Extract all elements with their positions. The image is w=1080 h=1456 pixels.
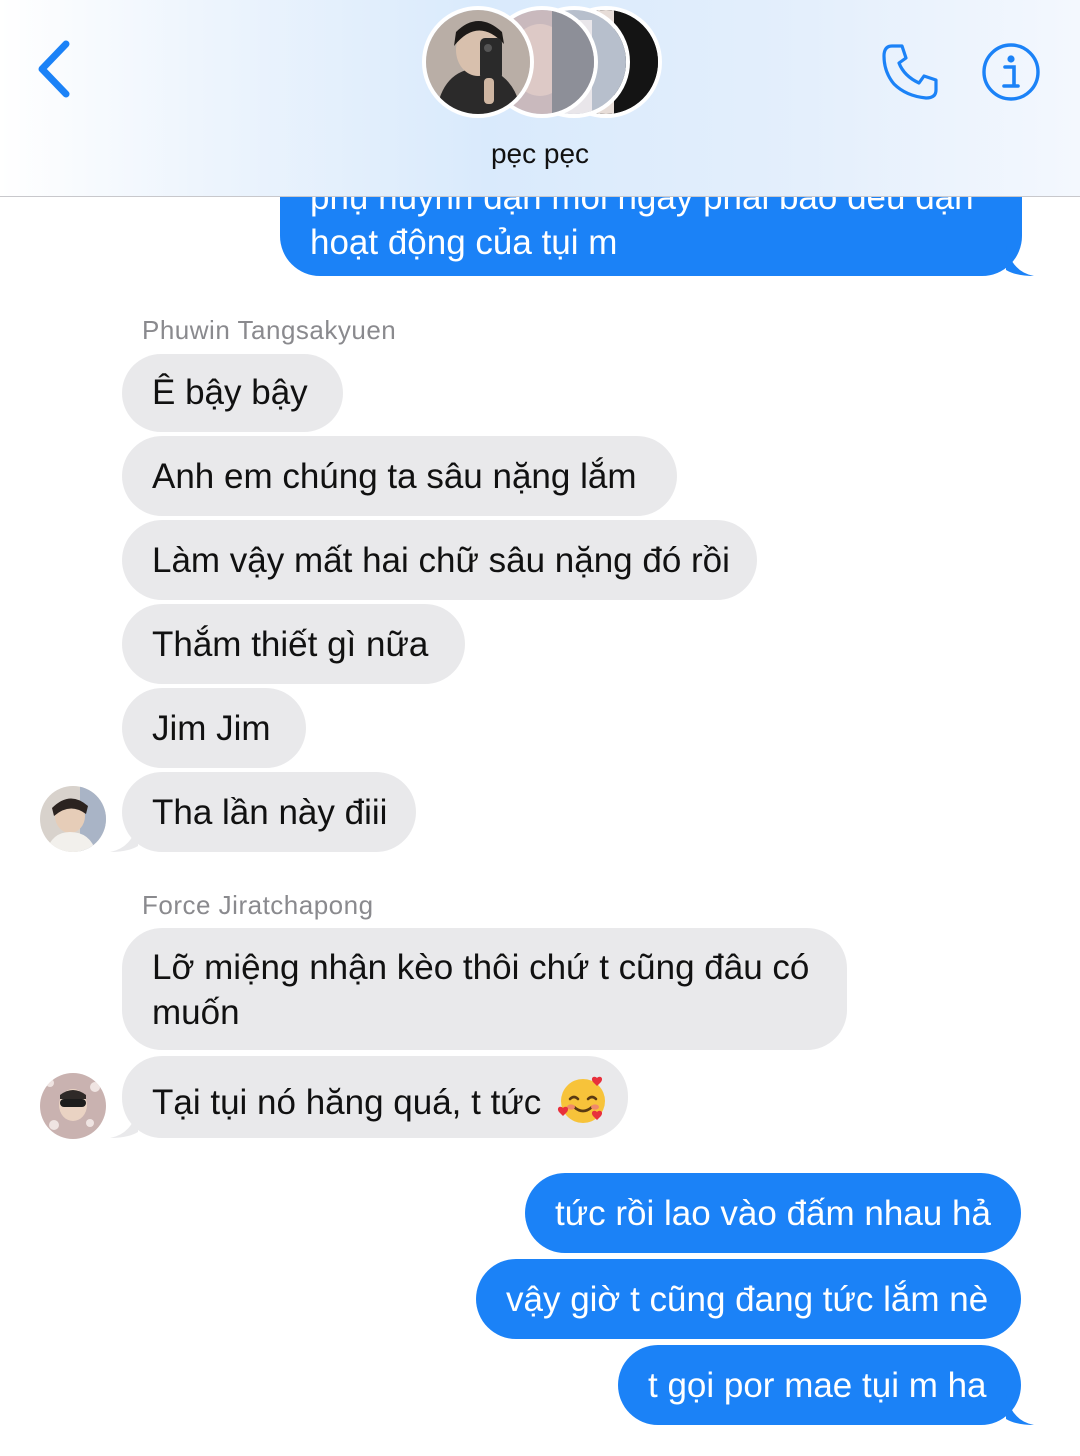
sender-name: Force Jiratchapong bbox=[142, 890, 374, 920]
call-button[interactable] bbox=[878, 40, 942, 104]
message-bubble-outgoing[interactable]: vậy giờ t cũng đang tức lắm nè bbox=[476, 1259, 1021, 1339]
message-text: Anh em chúng ta sâu nặng lắm bbox=[152, 457, 637, 496]
message-text: Tha lần này điii bbox=[152, 793, 388, 832]
message-text: vậy giờ t cũng đang tức lắm nè bbox=[506, 1280, 989, 1319]
bubble-tail bbox=[1006, 246, 1034, 276]
message-list[interactable]: phụ huynh dặn mỗi ngày phải báo đều đặn … bbox=[0, 0, 1080, 1456]
smiling-face-with-hearts-icon bbox=[557, 1076, 605, 1123]
message-text: Lỡ miệng nhận kèo thôi chứ t cũng đâu có… bbox=[152, 948, 810, 1032]
message-bubble-incoming[interactable]: Anh em chúng ta sâu nặng lắm bbox=[122, 436, 677, 516]
group-avatar-stack[interactable] bbox=[422, 6, 662, 122]
bubble-tail bbox=[1006, 1395, 1034, 1425]
message-bubble-outgoing[interactable]: t gọi por mae tụi m ha bbox=[618, 1345, 1021, 1425]
phone-icon bbox=[882, 44, 938, 100]
message-bubble-incoming[interactable]: Thắm thiết gì nữa bbox=[122, 604, 465, 684]
bubble-tail bbox=[110, 822, 138, 852]
message-text: t gọi por mae tụi m ha bbox=[648, 1366, 987, 1405]
back-button[interactable] bbox=[32, 36, 80, 102]
message-bubble-incoming[interactable]: Jim Jim bbox=[122, 688, 306, 768]
info-icon bbox=[982, 43, 1040, 101]
bubble-tail bbox=[110, 1108, 138, 1138]
message-text: Làm vậy mất hai chữ sâu nặng đó rồi bbox=[152, 541, 730, 580]
message-text: Ê bậy bậy bbox=[152, 373, 308, 412]
message-text: tức rồi lao vào đấm nhau hả bbox=[555, 1194, 991, 1233]
chat-header: pẹc pẹc bbox=[0, 0, 1080, 197]
sender-name: Phuwin Tangsakyuen bbox=[142, 315, 397, 345]
message-bubble-incoming[interactable]: Ê bậy bậy bbox=[122, 354, 343, 432]
group-name[interactable]: pẹc pẹc bbox=[0, 138, 1080, 170]
message-text: Tại tụi nó hăng quá, t tức bbox=[152, 1083, 542, 1122]
chevron-left-icon bbox=[38, 40, 70, 98]
info-button[interactable] bbox=[980, 41, 1042, 103]
message-bubble-incoming[interactable]: Làm vậy mất hai chữ sâu nặng đó rồi bbox=[122, 520, 757, 600]
message-text: hoạt động của tụi m bbox=[310, 223, 618, 262]
message-bubble-incoming[interactable]: Tại tụi nó hăng quá, t tức bbox=[122, 1056, 628, 1138]
avatar-phuwin[interactable] bbox=[40, 786, 106, 852]
message-text: Jim Jim bbox=[152, 709, 271, 748]
message-text: Thắm thiết gì nữa bbox=[152, 625, 429, 664]
avatar-force[interactable] bbox=[40, 1073, 106, 1139]
message-bubble-incoming[interactable]: Tha lần này điii bbox=[122, 772, 416, 852]
message-bubble-outgoing[interactable]: tức rồi lao vào đấm nhau hả bbox=[525, 1173, 1021, 1253]
message-bubble-incoming[interactable]: Lỡ miệng nhận kèo thôi chứ t cũng đâu có… bbox=[122, 928, 847, 1050]
member-avatar bbox=[422, 6, 534, 118]
